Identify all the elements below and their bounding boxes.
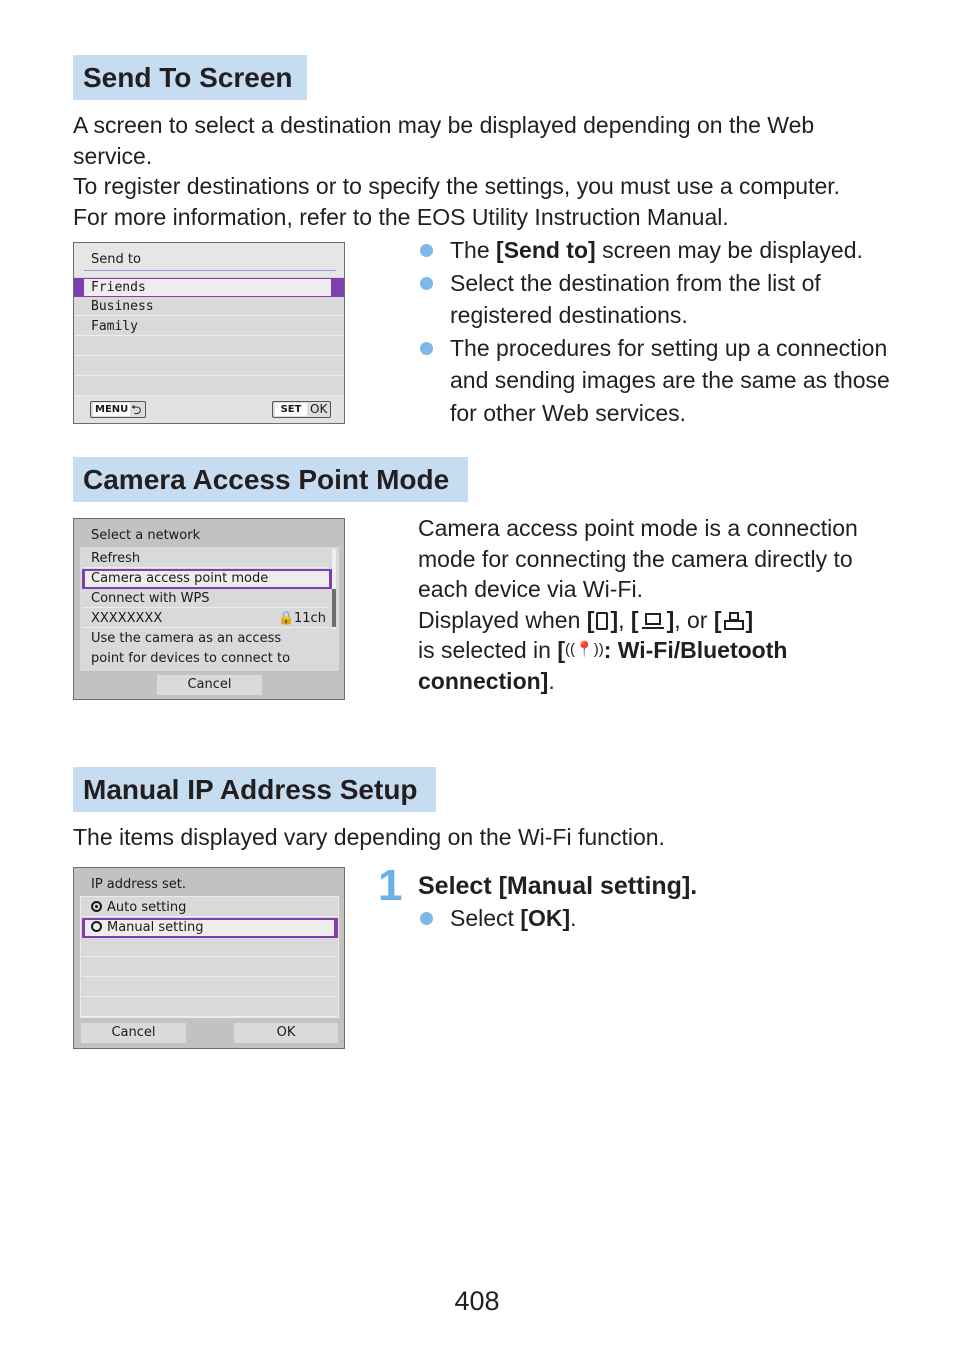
bullet-item: Select [OK].	[418, 902, 898, 935]
lock-icon: 🔒	[278, 611, 295, 626]
mode-description: Use the camera as an access point for de…	[91, 629, 290, 669]
menu-button-label: MENU	[93, 403, 131, 416]
bullet-dot-icon	[420, 244, 433, 257]
description-text: Camera access point mode is a connection…	[418, 515, 858, 602]
page-number: 408	[454, 1286, 500, 1316]
send-to-bullets: The [Send to] screen may be displayed. S…	[418, 234, 898, 429]
computer-icon	[641, 612, 664, 630]
list-item-empty	[82, 998, 336, 1017]
text: is selected in	[418, 637, 558, 663]
network-name: XXXXXXXX	[91, 611, 163, 626]
radio-option-auto[interactable]: Auto setting	[82, 898, 336, 917]
bullet-text: .	[570, 905, 577, 931]
ip-address-camera-screen: IP address set. Auto setting Manual sett…	[73, 867, 345, 1049]
list-item-empty	[74, 377, 344, 396]
list-item-label: Friends	[84, 279, 331, 296]
text: , or	[674, 606, 714, 633]
bullet-text: screen may be displayed.	[595, 237, 863, 263]
intro-line: For more information, refer to the EOS U…	[73, 203, 729, 230]
screen-title: Select a network	[91, 528, 201, 543]
intro-line: To register destinations or to specify t…	[73, 173, 841, 199]
list-item-selected[interactable]: Friends	[74, 278, 344, 297]
smartphone-icon	[596, 611, 609, 630]
list-item-network[interactable]: XXXXXXXX 🔒 11ch	[82, 609, 329, 628]
step-number: 1	[378, 861, 403, 910]
return-arrow-icon: ⮌	[131, 403, 142, 418]
camera-access-point-description: Camera access point mode is a connection…	[418, 513, 898, 696]
network-channel: 11ch	[294, 611, 326, 626]
bullet-dot-icon	[420, 912, 433, 925]
intro-line: The items displayed vary depending on th…	[73, 824, 665, 850]
set-ok-button[interactable]: SET OK	[272, 401, 331, 418]
list-item-empty	[82, 938, 336, 957]
bullet-item: The procedures for setting up a connecti…	[418, 332, 898, 430]
description-line: Use the camera as an access	[91, 631, 282, 646]
list-item-empty	[82, 978, 336, 997]
radio-checked-icon	[91, 901, 102, 912]
bullet-text: The procedures for setting up a connecti…	[450, 334, 890, 426]
text: Displayed when	[418, 606, 587, 633]
send-to-intro: A screen to select a destination may be …	[73, 110, 883, 232]
bullet-text: Select the destination from the list of …	[450, 269, 821, 329]
list-item[interactable]: Connect with WPS	[82, 589, 329, 608]
step-bullets: Select [OK].	[418, 902, 898, 935]
bullet-dot-icon	[420, 341, 433, 355]
ok-label: OK	[310, 402, 328, 416]
ok-button[interactable]: OK	[234, 1023, 338, 1043]
wireless-icon: ((📍))	[565, 641, 604, 658]
list-item-selected[interactable]: Camera access point mode	[82, 569, 332, 589]
scrollbar-thumb[interactable]	[332, 589, 336, 627]
list-item-label: Camera access point mode	[85, 571, 329, 587]
option-row: Manual setting	[85, 920, 334, 936]
list-item-empty	[74, 337, 344, 356]
bullet-text: The	[450, 237, 497, 263]
manual-ip-intro: The items displayed vary depending on th…	[73, 822, 883, 853]
bullet-dot-icon	[420, 276, 433, 290]
radio-option-manual-selected[interactable]: Manual setting	[82, 918, 338, 938]
section-heading-manual-ip: Manual IP Address Setup	[73, 767, 436, 812]
bullet-bold-text: [OK]	[520, 905, 571, 931]
intro-line: A screen to select a destination may be …	[73, 112, 815, 169]
list-item-empty	[74, 357, 344, 376]
cancel-button[interactable]: Cancel	[157, 675, 262, 695]
list-item[interactable]: Refresh	[82, 549, 329, 568]
printer-icon	[723, 611, 744, 630]
section-heading-camera-access-point: Camera Access Point Mode	[73, 457, 468, 502]
list-item[interactable]: Family	[74, 317, 344, 336]
radio-unchecked-icon	[91, 921, 102, 932]
text: ,	[618, 606, 631, 633]
displayed-when-text: Displayed when [], [], or []	[418, 606, 754, 633]
screen-title: IP address set.	[91, 877, 187, 892]
send-to-camera-screen: Send to Friends Business Family MENU ⮌ S…	[73, 242, 345, 424]
section-heading-send-to-screen: Send To Screen	[73, 55, 307, 100]
title-divider	[84, 270, 336, 271]
scrollbar[interactable]	[332, 549, 336, 629]
bullet-bold-text: [Send to]	[496, 237, 596, 263]
option-label: Manual setting	[107, 920, 204, 935]
set-button-label: SET	[275, 403, 307, 416]
description-line: point for devices to connect to	[91, 651, 291, 666]
list-item-empty	[82, 958, 336, 977]
text: .	[548, 667, 555, 694]
selected-in-text: is selected in [((📍)): Wi-Fi/Bluetooth c…	[418, 637, 788, 694]
step-title: Select [Manual setting].	[418, 872, 698, 900]
cancel-button[interactable]: Cancel	[81, 1023, 186, 1043]
bullet-text: Select	[450, 905, 521, 931]
bullet-item: Select the destination from the list of …	[418, 267, 898, 332]
option-label: Auto setting	[107, 900, 187, 915]
bullet-item: The [Send to] screen may be displayed.	[418, 234, 898, 267]
list-item[interactable]: Business	[74, 297, 344, 316]
menu-back-button[interactable]: MENU ⮌	[90, 401, 146, 418]
screen-title: Send to	[91, 252, 141, 267]
select-network-camera-screen: Select a network Refresh Camera access p…	[73, 518, 345, 700]
